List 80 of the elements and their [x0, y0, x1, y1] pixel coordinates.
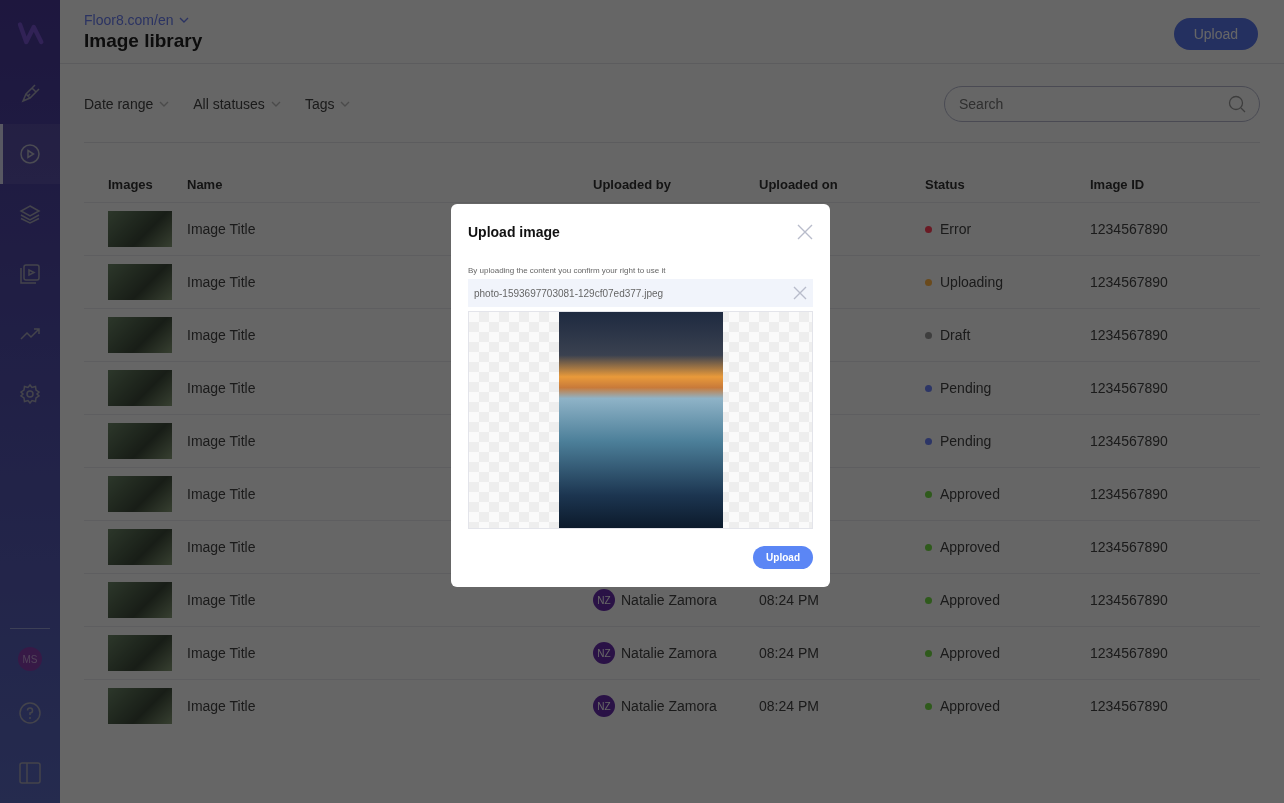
user-avatar: NZ [593, 695, 615, 717]
image-id: 1234567890 [1090, 221, 1168, 237]
search-icon [1228, 95, 1246, 113]
image-id: 1234567890 [1090, 539, 1168, 555]
image-name: Image Title [187, 592, 256, 608]
status-label: Error [940, 221, 972, 237]
user-avatar: NZ [593, 642, 615, 664]
help-icon [18, 701, 42, 725]
photo-placeholder [108, 476, 172, 512]
photo-placeholder [108, 529, 172, 565]
upload-button[interactable]: Upload [1173, 17, 1258, 50]
column-header: Uploaded on [759, 176, 839, 192]
file-name: photo-1593697703081-129cf07ed377.jpeg [474, 287, 664, 299]
image-id: 1234567890 [1090, 433, 1168, 449]
status-label: Approved [940, 539, 1000, 555]
close-icon [797, 224, 813, 240]
uploader-name: Natalie Zamora [621, 698, 717, 714]
status-label: Approved [940, 698, 1000, 714]
photo-placeholder [108, 370, 172, 406]
image-name: Image Title [187, 486, 256, 502]
caret-icon [159, 101, 170, 107]
image-name: Image Title [187, 698, 256, 714]
image-name: Image Title [187, 539, 256, 555]
remove-file-button[interactable] [793, 286, 807, 300]
column-header: Images [108, 176, 154, 192]
image-id: 1234567890 [1090, 380, 1168, 396]
close-icon [793, 286, 807, 300]
caret-icon [179, 16, 190, 23]
photo-placeholder [108, 211, 172, 247]
layers-icon [18, 202, 42, 226]
image-id: 1234567890 [1090, 486, 1168, 502]
upload-button[interactable]: Upload [753, 546, 813, 569]
status-label: Draft [940, 327, 971, 343]
photo-placeholder [108, 264, 172, 300]
filter-dropdown[interactable]: All statuses [193, 96, 281, 112]
upload-time: 08:24 PM [759, 698, 819, 714]
column-header: Uploaded by [593, 176, 672, 192]
image-id: 1234567890 [1090, 274, 1168, 290]
image-name: Image Title [187, 645, 256, 661]
photo-placeholder [108, 688, 172, 724]
site-dropdown[interactable]: Floor8.com/en [84, 11, 203, 28]
image-name: Image Title [187, 433, 256, 449]
uploader-name: Natalie Zamora [621, 645, 717, 661]
status-label: Approved [940, 592, 1000, 608]
status-label: Approved [940, 645, 1000, 661]
photo-placeholder [108, 423, 172, 459]
upload-time: 08:24 PM [759, 645, 819, 661]
status-label: Approved [940, 486, 1000, 502]
user-avatar: NZ [593, 589, 615, 611]
close-button[interactable] [797, 224, 813, 240]
panel-icon [18, 761, 42, 785]
image-id: 1234567890 [1090, 327, 1168, 343]
column-header: Status [925, 176, 966, 192]
image-id: 1234567890 [1090, 592, 1168, 608]
video-icon [18, 262, 42, 286]
caret-icon [340, 101, 351, 107]
settings-icon [18, 382, 42, 406]
photo-placeholder [108, 582, 172, 618]
uploader-name: Natalie Zamora [621, 592, 717, 608]
status-label: Pending [940, 433, 992, 449]
page-title: Image library [84, 29, 203, 52]
photo-placeholder [108, 635, 172, 671]
status-label: Uploading [940, 274, 1004, 290]
column-header: Image ID [1090, 176, 1146, 192]
image-name: Image Title [187, 380, 256, 396]
caret-icon [270, 101, 281, 107]
image-id: 1234567890 [1090, 645, 1168, 661]
dialog-title: Upload image [468, 224, 560, 240]
photo-placeholder [108, 317, 172, 353]
image-id: 1234567890 [1090, 698, 1168, 714]
notice-text: By uploading the content you confirm your right to use it [468, 266, 667, 275]
upload-time: 08:24 PM [759, 592, 819, 608]
image-name: Image Title [187, 274, 256, 290]
filter-dropdown[interactable]: Date range [84, 96, 170, 112]
play-icon [18, 142, 42, 166]
filter-dropdown[interactable]: Tags [304, 96, 351, 112]
image-name: Image Title [187, 221, 256, 237]
status-label: Pending [940, 380, 992, 396]
column-header: Name [187, 176, 224, 192]
image-name: Image Title [187, 327, 256, 343]
